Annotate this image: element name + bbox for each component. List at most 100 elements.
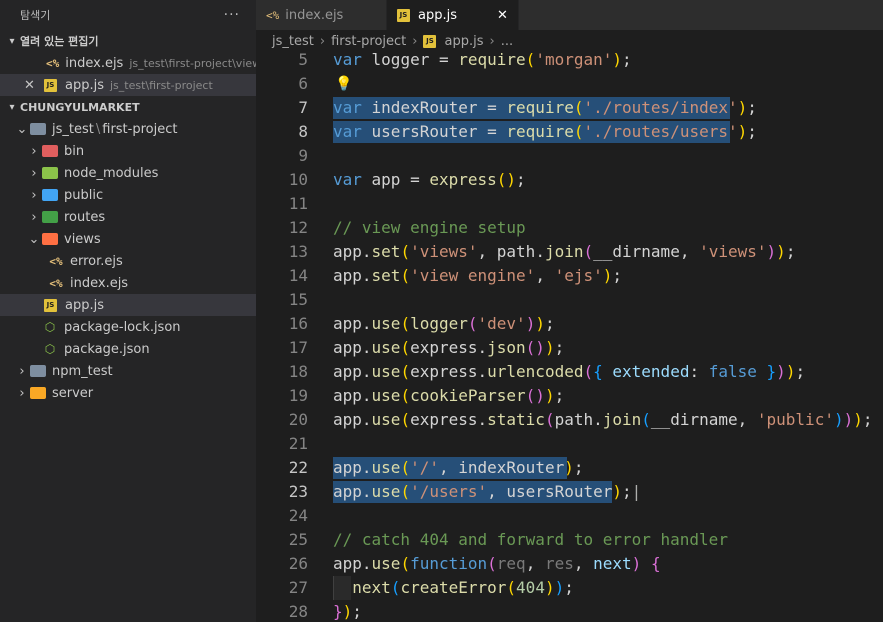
tree-folder-views[interactable]: ⌄ views [0,228,256,250]
tree-file-package-json[interactable]: ⬡ package.json [0,338,256,360]
open-editor-name: app.js [65,77,104,93]
folder-bin-icon [42,145,58,157]
tree-file-index-ejs[interactable]: <% index.ejs [0,272,256,294]
line-number: 13 [288,242,308,261]
line-number: 24 [288,506,308,525]
tree-folder-public[interactable]: › public [0,184,256,206]
json-file-icon: ⬡ [44,342,56,356]
folder-open-icon [30,123,46,135]
tree-file-app-js[interactable]: JS app.js [0,294,256,316]
breadcrumb: js_test › first-project › JS app.js › ..… [256,30,883,52]
line-number: 14 [288,266,308,285]
open-editor-item-app-js[interactable]: ✕ JS app.js js_test\first-project [0,74,256,96]
line-number: 22 [288,458,308,477]
tree-label: app.js [65,297,104,313]
code-line: 26 app.use(function(req, res, next) { [256,552,883,576]
chevron-right-icon: › [31,187,37,203]
js-file-icon: JS [44,298,57,312]
tree-file-error-ejs[interactable]: <% error.ejs [0,250,256,272]
code-line: 5 var logger = require('morgan'); [256,52,883,72]
tree-label: error.ejs [70,253,123,269]
tree-label: views [64,231,101,247]
js-file-icon: JS [44,78,57,92]
code-line: 25 // catch 404 and forward to error han… [256,528,883,552]
line-number: 6 [298,74,308,93]
tree-label: node_modules [64,165,159,181]
tree-label: package-lock.json [64,319,181,335]
open-editor-path: js_test\first-project\views [129,56,256,70]
code-line: 7 var indexRouter = require('./routes/in… [256,96,883,120]
code-line: 22 app.use('/', indexRouter); [256,456,883,480]
chevron-right-icon: › [31,209,37,225]
open-editors-section[interactable]: ▾ 열려 있는 편집기 [0,30,256,52]
folder-views-icon [42,233,58,245]
code-line: 19 app.use(cookieParser()); [256,384,883,408]
tree-label: package.json [64,341,150,357]
code-line: 10 var app = express(); [256,168,883,192]
chevron-right-icon: › [31,143,37,159]
tree-folder-routes[interactable]: › routes [0,206,256,228]
lightbulb-icon[interactable]: 💡 [335,72,352,96]
line-number: 28 [288,602,308,621]
workspace-label: CHUNGYULMARKET [20,100,140,114]
chevron-right-icon: › [19,363,25,379]
tree-folder-node-modules[interactable]: › node_modules [0,162,256,184]
line-number: 7 [298,98,308,117]
code-line: 27 next(createError(404)); [256,576,883,600]
code-line: 6 💡 [256,72,883,96]
code-line: 18 app.use(express.urlencoded({ extended… [256,360,883,384]
ejs-file-icon: <% [266,8,280,22]
chevron-right-icon: › [489,33,495,49]
tree-folder-server[interactable]: › server [0,382,256,404]
line-number: 18 [288,362,308,381]
tree-label: public [64,187,104,203]
tree-file-package-lock-json[interactable]: ⬡ package-lock.json [0,316,256,338]
code-line: 21 [256,432,883,456]
line-number: 10 [288,170,308,189]
ejs-file-icon: <% [46,56,60,70]
code-line: 11 [256,192,883,216]
tree-folder-first-project[interactable]: ⌄ js_test \ first-project [0,118,256,140]
tree-label: index.ejs [70,275,129,291]
line-number: 26 [288,554,308,573]
tree-label: js_test [52,121,94,137]
editor-tabs: <% index.ejs JS app.js ✕ [256,0,883,30]
breadcrumb-item[interactable]: js_test [272,34,314,49]
js-file-icon: JS [423,34,437,48]
open-editor-item-index-ejs[interactable]: <% index.ejs js_test\first-project\views [0,52,256,74]
explorer-sidebar: 탐색기 ··· ▾ 열려 있는 편집기 <% index.ejs js_test… [0,0,256,622]
tree-folder-npm-test[interactable]: › npm_test [0,360,256,382]
code-line: 15 [256,288,883,312]
tab-label: index.ejs [285,7,344,23]
chevron-right-icon: › [319,33,326,49]
close-icon[interactable]: ✕ [497,8,508,23]
workspace-section[interactable]: ▾ CHUNGYULMARKET [0,96,256,118]
line-number: 17 [288,338,308,357]
breadcrumb-item[interactable]: app.js [444,34,483,49]
line-number: 15 [288,290,308,309]
js-file-icon: JS [397,8,410,22]
folder-server-icon [30,387,46,399]
more-actions-icon[interactable]: ··· [224,7,240,23]
tree-folder-bin[interactable]: › bin [0,140,256,162]
code-editor[interactable]: 5 var logger = require('morgan'); 6 💡 7 … [256,52,883,622]
line-number: 19 [288,386,308,405]
code-line: 12 // view engine setup [256,216,883,240]
code-line: 28 }); [256,600,883,622]
tab-index-ejs[interactable]: <% index.ejs [256,0,387,30]
line-number: 9 [298,146,308,165]
tree-label: routes [64,209,106,225]
folder-public-icon [42,189,58,201]
code-line: 13 app.set('views', path.join(__dirname,… [256,240,883,264]
explorer-header: 탐색기 ··· [0,0,256,30]
breadcrumb-item[interactable]: first-project [331,34,406,49]
line-number: 23 [288,482,308,501]
chevron-right-icon: › [31,165,37,181]
folder-node-icon [42,167,58,179]
tab-app-js[interactable]: JS app.js ✕ [387,0,519,30]
code-line: 24 [256,504,883,528]
breadcrumb-item[interactable]: ... [501,34,513,49]
line-number: 27 [288,578,308,597]
tree-label: server [52,385,94,401]
close-icon[interactable]: ✕ [24,78,38,93]
